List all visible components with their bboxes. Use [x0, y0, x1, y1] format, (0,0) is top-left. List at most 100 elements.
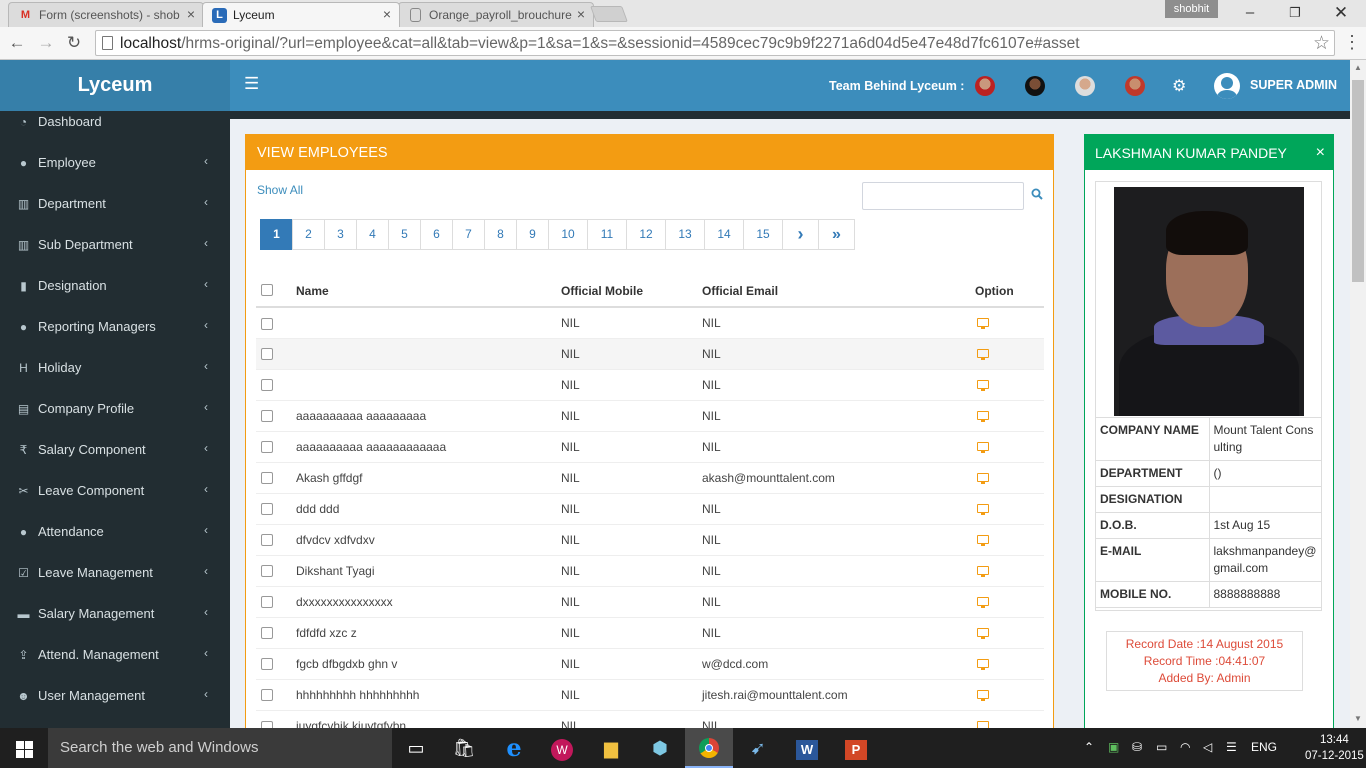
table-row[interactable]: Akash gffdgf NIL akash@mounttalent.com	[256, 461, 1044, 493]
page-link[interactable]: 4	[356, 219, 389, 250]
table-row[interactable]: NIL NIL	[256, 337, 1044, 369]
sidebar-item-attendance[interactable]: ● Attendance ‹	[0, 512, 230, 553]
close-tab-icon[interactable]: ×	[383, 6, 391, 22]
gear-icon[interactable]: ⚙	[1172, 76, 1186, 96]
row-checkbox[interactable]	[261, 379, 273, 392]
table-row[interactable]: iuygfcvhjk kiuytgfvbn NIL NIL	[256, 709, 1044, 728]
page-link[interactable]: 9	[516, 219, 549, 250]
notifications-icon[interactable]: ☰	[1226, 740, 1237, 754]
close-window-icon[interactable]: ✕	[1318, 2, 1364, 24]
last-page-icon[interactable]: »	[818, 219, 855, 250]
sidebar-item-holiday[interactable]: H Holiday ‹	[0, 348, 230, 389]
sidebar-item-attend-management[interactable]: ⇪ Attend. Management ‹	[0, 635, 230, 676]
view-details-icon[interactable]	[977, 596, 989, 608]
sidebar-item-user-management[interactable]: ☻ User Management ‹	[0, 676, 230, 717]
row-checkbox[interactable]	[261, 658, 273, 671]
sidebar-item-designation[interactable]: ▮ Designation ‹	[0, 266, 230, 307]
close-tab-icon[interactable]: ×	[187, 6, 195, 22]
team-member-avatar[interactable]	[1075, 76, 1095, 96]
taskbar-search[interactable]: Search the web and Windows	[48, 728, 392, 768]
team-member-avatar[interactable]	[975, 76, 995, 96]
page-link[interactable]: 13	[665, 219, 705, 250]
row-checkbox[interactable]	[261, 689, 273, 702]
back-icon[interactable]: ←	[6, 32, 28, 54]
page-link[interactable]: 14	[704, 219, 744, 250]
row-checkbox[interactable]	[261, 627, 273, 640]
close-icon[interactable]: ×	[1316, 135, 1325, 171]
tray-app-icon[interactable]: ⛁	[1132, 740, 1142, 754]
package-icon[interactable]: ⬢	[636, 728, 684, 768]
word-icon[interactable]: W	[783, 728, 831, 768]
view-details-icon[interactable]	[977, 441, 989, 453]
page-link[interactable]: 7	[452, 219, 485, 250]
row-checkbox[interactable]	[261, 410, 273, 423]
page-link[interactable]: 6	[420, 219, 453, 250]
admin-avatar[interactable]	[1214, 73, 1240, 99]
team-member-avatar[interactable]	[1025, 76, 1045, 96]
sidebar-item-sub-department[interactable]: ▥ Sub Department ‹	[0, 225, 230, 266]
new-tab-button[interactable]	[590, 6, 628, 22]
view-details-icon[interactable]	[977, 565, 989, 577]
team-member-avatar[interactable]	[1125, 76, 1145, 96]
table-row[interactable]: aaaaaaaaaa aaaaaaaaa NIL NIL	[256, 399, 1044, 431]
view-details-icon[interactable]	[977, 348, 989, 360]
maximize-icon[interactable]: ❐	[1272, 2, 1318, 24]
row-checkbox[interactable]	[261, 348, 273, 361]
search-icon[interactable]	[1031, 188, 1043, 203]
admin-name[interactable]: SUPER ADMIN	[1250, 78, 1337, 92]
page-link[interactable]: 5	[388, 219, 421, 250]
table-row[interactable]: ddd ddd NIL NIL	[256, 492, 1044, 524]
page-link[interactable]: 8	[484, 219, 517, 250]
employee-search-input[interactable]	[862, 182, 1024, 210]
browser-tab-gmail[interactable]: M Form (screenshots) - shob ×	[8, 2, 204, 27]
select-all-checkbox[interactable]	[261, 283, 273, 296]
row-checkbox[interactable]	[261, 317, 273, 330]
row-checkbox[interactable]	[261, 441, 273, 454]
page-link[interactable]: 1	[260, 219, 293, 250]
view-details-icon[interactable]	[977, 627, 989, 639]
windows-start-icon[interactable]	[0, 728, 48, 768]
tray-app-icon[interactable]: ▣	[1108, 740, 1119, 754]
powerpoint-icon[interactable]: P	[832, 728, 880, 768]
view-details-icon[interactable]	[977, 410, 989, 422]
table-row[interactable]: dxxxxxxxxxxxxxxx NIL NIL	[256, 585, 1044, 617]
column-name[interactable]: Name	[296, 275, 561, 308]
tray-chevron-icon[interactable]: ⌃	[1084, 740, 1094, 754]
table-row[interactable]: hhhhhhhhh hhhhhhhhh NIL jitesh.rai@mountta…	[256, 678, 1044, 710]
view-details-icon[interactable]	[977, 720, 989, 728]
wifi-icon[interactable]: ◠	[1180, 740, 1190, 754]
sidebar-item-salary-management[interactable]: ▬ Salary Management ‹	[0, 594, 230, 635]
view-details-icon[interactable]	[977, 503, 989, 515]
page-link[interactable]: 10	[548, 219, 588, 250]
page-link[interactable]: 15	[743, 219, 783, 250]
language-indicator[interactable]: ENG	[1251, 740, 1277, 754]
view-details-icon[interactable]	[977, 472, 989, 484]
browser-tab-doc[interactable]: Orange_payroll_brouchure ×	[398, 2, 594, 27]
scroll-down-icon[interactable]: ▼	[1353, 714, 1363, 723]
row-checkbox[interactable]	[261, 720, 273, 728]
url-text[interactable]: localhost/hrms-original/?url=employee&ca…	[120, 35, 1080, 53]
close-tab-icon[interactable]: ×	[577, 6, 585, 22]
view-details-icon[interactable]	[977, 658, 989, 670]
address-bar[interactable]: localhost/hrms-original/?url=employee&ca…	[95, 30, 1335, 56]
edge-icon[interactable]: e	[490, 728, 538, 768]
chrome-menu-icon[interactable]: ⋮	[1343, 33, 1361, 53]
page-link[interactable]: 12	[626, 219, 666, 250]
dolphin-app-icon[interactable]: ➹	[734, 728, 782, 768]
table-row[interactable]: NIL NIL	[256, 368, 1044, 400]
table-row[interactable]: aaaaaaaaaa aaaaaaaaaaaa NIL NIL	[256, 430, 1044, 462]
page-link[interactable]: 11	[587, 219, 627, 250]
menu-toggle-icon[interactable]: ☰	[244, 74, 259, 94]
sidebar-item-leave-management[interactable]: ☑ Leave Management ‹	[0, 553, 230, 594]
bookmark-star-icon[interactable]: ☆	[1313, 32, 1330, 55]
browser-user-chip[interactable]: shobhit	[1165, 0, 1218, 18]
store-icon[interactable]: 🛍	[440, 728, 488, 768]
tray-battery-icon[interactable]: ▭	[1156, 740, 1167, 754]
sidebar-item-dashboard[interactable]: ◔ Dashboard	[0, 102, 230, 143]
sidebar-item-leave-component[interactable]: ✂ Leave Component ‹	[0, 471, 230, 512]
clock[interactable]: 13:44 07-12-2015	[1305, 732, 1364, 764]
browser-tab-lyceum[interactable]: L Lyceum ×	[202, 2, 400, 27]
table-row[interactable]: dfvdcv xdfvdxv NIL NIL	[256, 523, 1044, 555]
page-link[interactable]: 2	[292, 219, 325, 250]
task-view-icon[interactable]: ▭	[392, 728, 440, 768]
